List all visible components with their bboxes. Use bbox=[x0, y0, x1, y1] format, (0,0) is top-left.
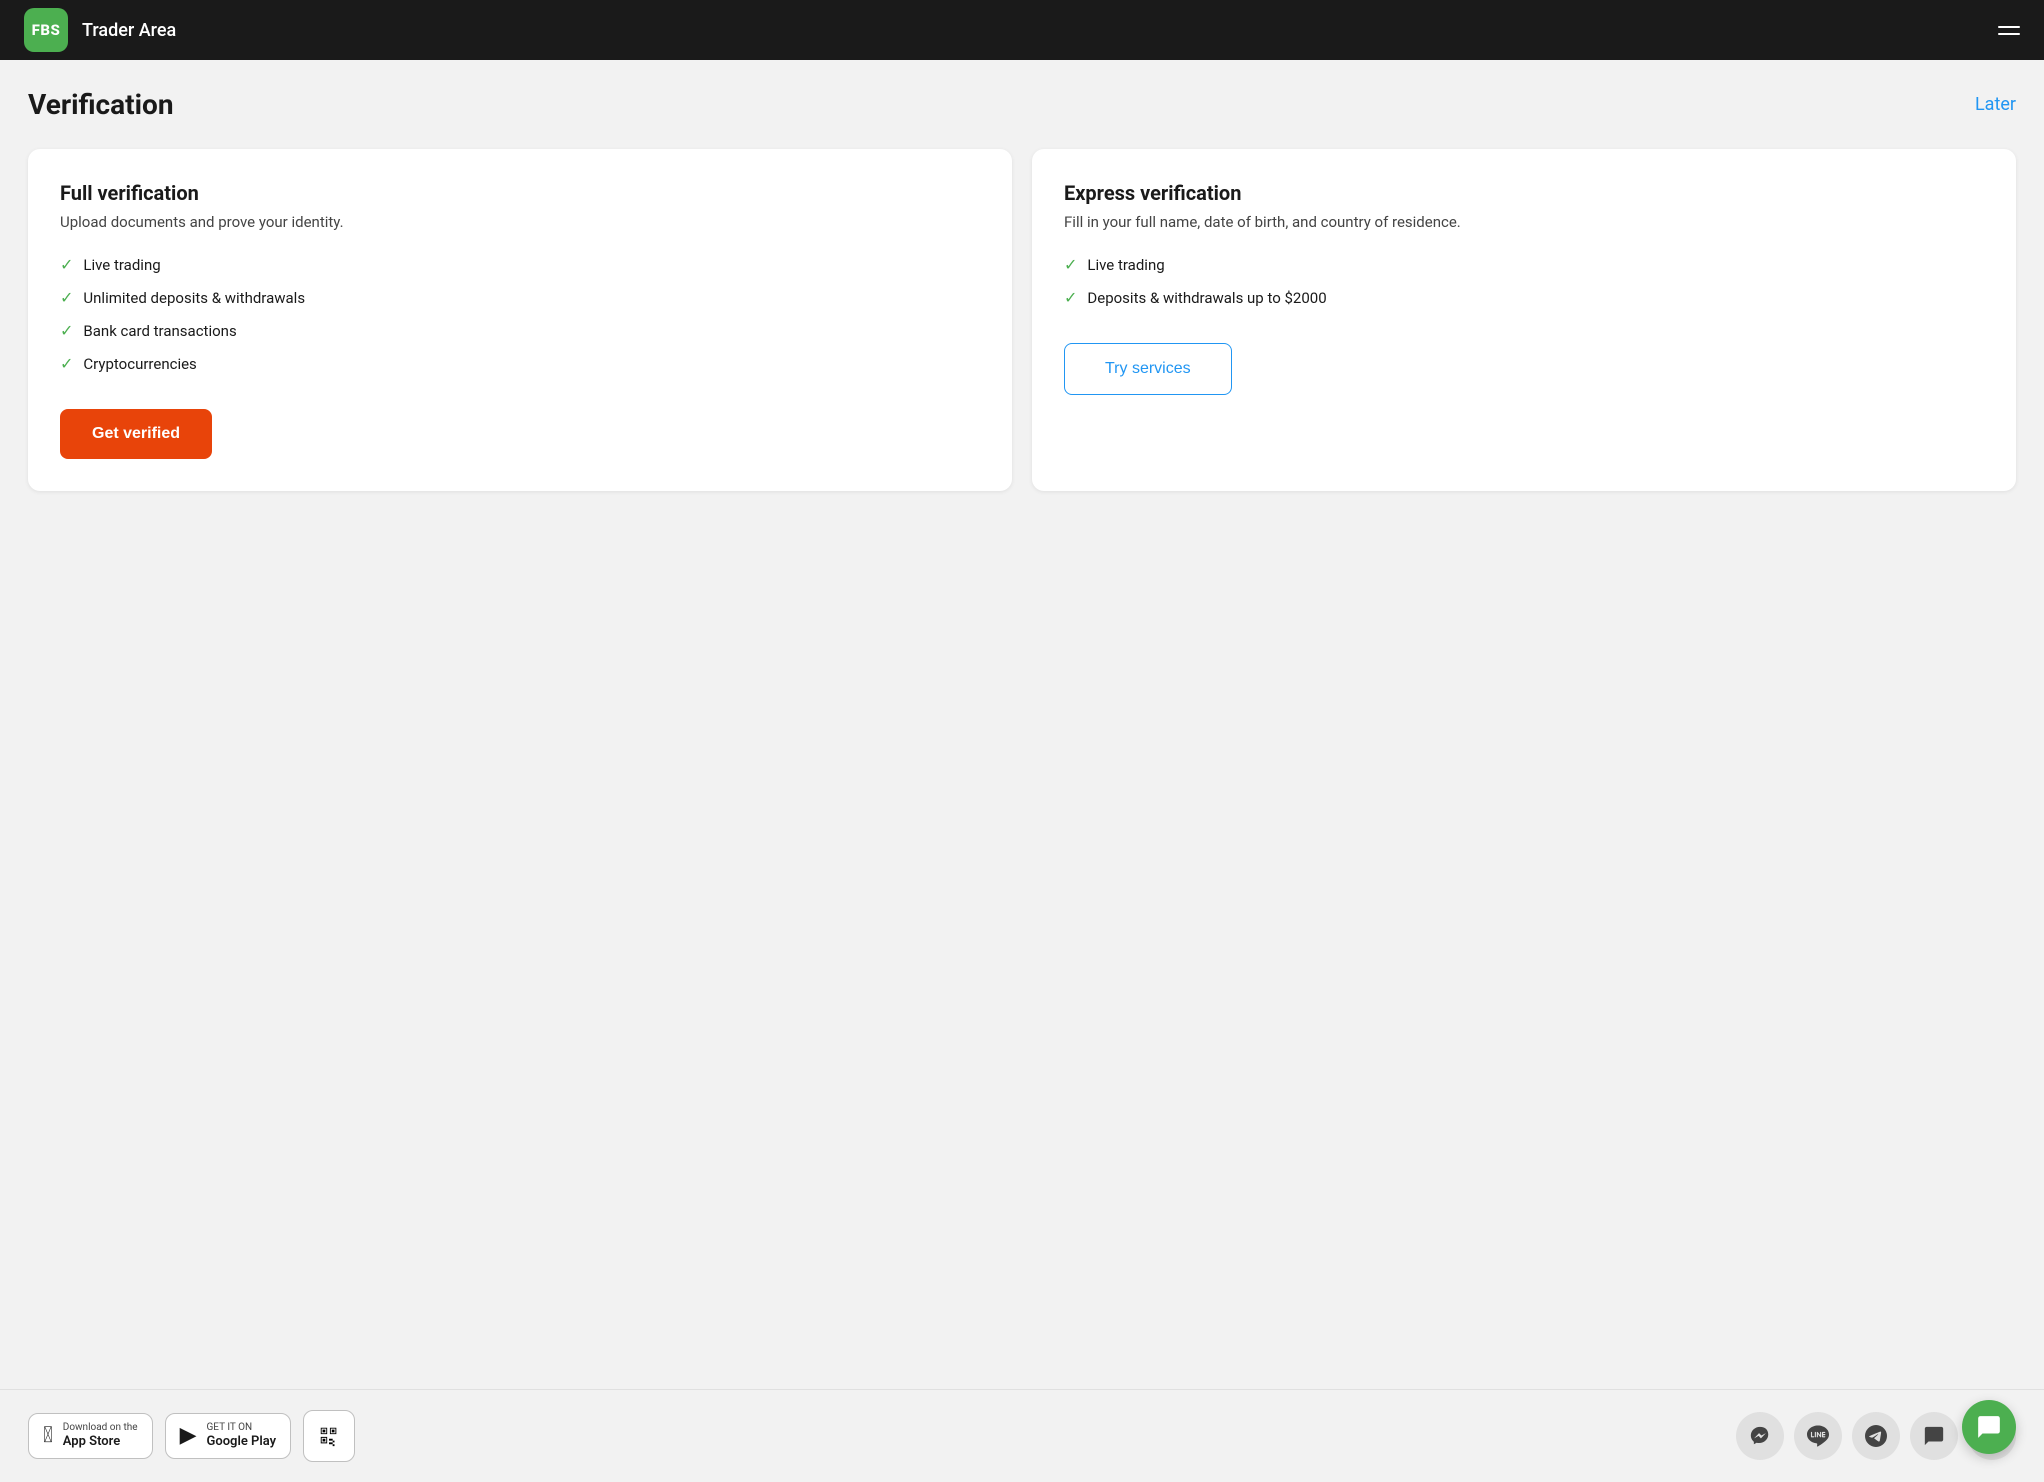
hamburger-icon[interactable] bbox=[1998, 26, 2020, 35]
messenger-icon bbox=[1749, 1425, 1771, 1447]
main-content: Verification Later Full verification Upl… bbox=[0, 60, 2044, 1389]
feature-live-trading: ✓ Live trading bbox=[60, 255, 980, 274]
check-icon: ✓ bbox=[60, 354, 73, 373]
google-play-button[interactable]: ▶ GET IT ON Google Play bbox=[165, 1413, 292, 1460]
messenger-button[interactable] bbox=[1736, 1412, 1784, 1460]
chat-icon bbox=[1923, 1425, 1945, 1447]
app-store-button[interactable]:  Download on the App Store bbox=[28, 1413, 153, 1460]
full-verification-title: Full verification bbox=[60, 181, 980, 205]
check-icon: ✓ bbox=[1064, 255, 1077, 274]
fbs-logo: FBS bbox=[24, 8, 68, 52]
line-button[interactable] bbox=[1794, 1412, 1842, 1460]
feature-cryptocurrencies: ✓ Cryptocurrencies bbox=[60, 354, 980, 373]
later-link[interactable]: Later bbox=[1975, 94, 2016, 115]
feature-unlimited-deposits: ✓ Unlimited deposits & withdrawals bbox=[60, 288, 980, 307]
google-play-bottom: Google Play bbox=[206, 1434, 276, 1451]
check-icon: ✓ bbox=[60, 321, 73, 340]
full-verification-features: ✓ Live trading ✓ Unlimited deposits & wi… bbox=[60, 255, 980, 373]
floating-chat-icon bbox=[1976, 1414, 2002, 1440]
express-feature-deposits: ✓ Deposits & withdrawals up to $2000 bbox=[1064, 288, 1984, 307]
app-store-bottom: App Store bbox=[63, 1434, 138, 1451]
page-title: Verification bbox=[28, 88, 174, 121]
express-verification-features: ✓ Live trading ✓ Deposits & withdrawals … bbox=[1064, 255, 1984, 307]
chat-button[interactable] bbox=[1910, 1412, 1958, 1460]
express-verification-title: Express verification bbox=[1064, 181, 1984, 205]
cards-container: Full verification Upload documents and p… bbox=[28, 149, 2016, 491]
header-title: Trader Area bbox=[82, 20, 176, 41]
express-verification-subtitle: Fill in your full name, date of birth, a… bbox=[1064, 213, 1984, 231]
qr-icon bbox=[318, 1424, 340, 1448]
line-icon bbox=[1807, 1425, 1829, 1447]
header-left: FBS Trader Area bbox=[24, 8, 176, 52]
google-play-icon: ▶ bbox=[180, 1423, 197, 1448]
check-icon: ✓ bbox=[60, 288, 73, 307]
page-header: Verification Later bbox=[28, 88, 2016, 121]
check-icon: ✓ bbox=[1064, 288, 1077, 307]
get-verified-button[interactable]: Get verified bbox=[60, 409, 212, 459]
app-store-top: Download on the bbox=[63, 1422, 138, 1434]
apple-icon:  bbox=[43, 1423, 53, 1448]
feature-bank-card: ✓ Bank card transactions bbox=[60, 321, 980, 340]
telegram-button[interactable] bbox=[1852, 1412, 1900, 1460]
footer-store-buttons:  Download on the App Store ▶ GET IT ON … bbox=[28, 1410, 355, 1462]
check-icon: ✓ bbox=[60, 255, 73, 274]
telegram-icon bbox=[1865, 1425, 1887, 1447]
full-verification-card: Full verification Upload documents and p… bbox=[28, 149, 1012, 491]
try-services-button[interactable]: Try services bbox=[1064, 343, 1232, 395]
express-feature-live-trading: ✓ Live trading bbox=[1064, 255, 1984, 274]
footer:  Download on the App Store ▶ GET IT ON … bbox=[0, 1389, 2044, 1482]
header: FBS Trader Area bbox=[0, 0, 2044, 60]
full-verification-subtitle: Upload documents and prove your identity… bbox=[60, 213, 980, 231]
google-play-top: GET IT ON bbox=[206, 1422, 276, 1434]
qr-code-button[interactable] bbox=[303, 1410, 355, 1462]
express-verification-card: Express verification Fill in your full n… bbox=[1032, 149, 2016, 491]
floating-chat-button[interactable] bbox=[1962, 1400, 2016, 1454]
